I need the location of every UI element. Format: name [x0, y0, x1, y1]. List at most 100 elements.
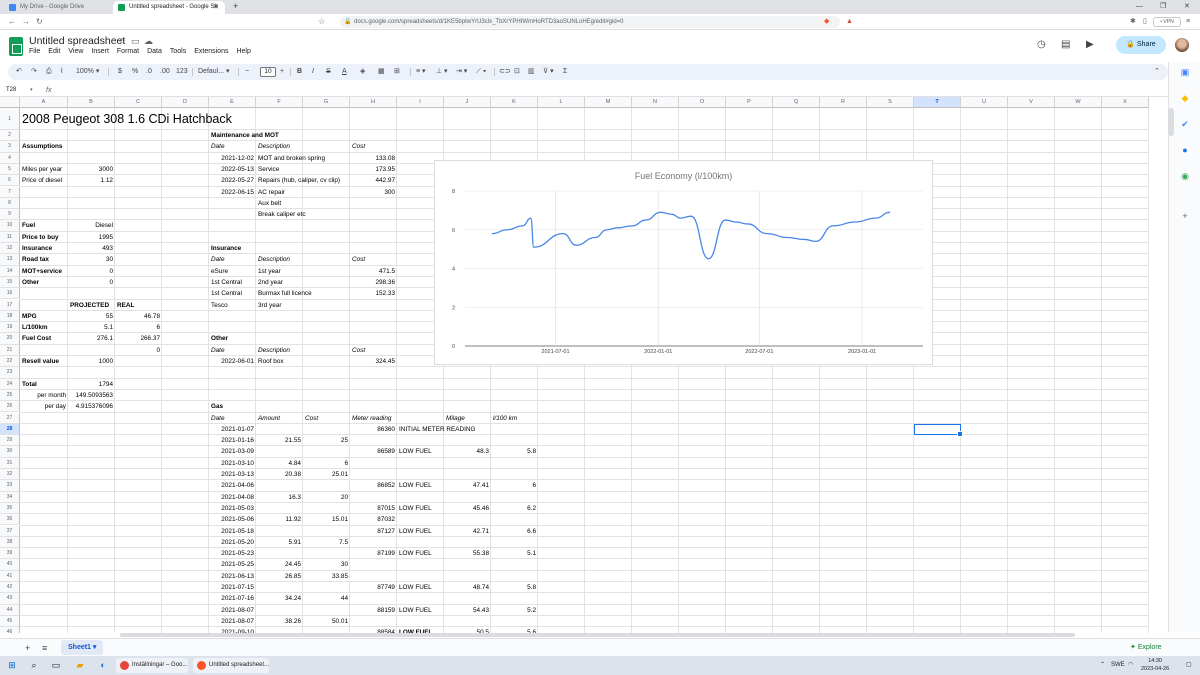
url-field[interactable]: 🔒 docs.google.com/spreadsheets/d/1KE5bpt… [340, 16, 840, 28]
browser-menu-icon[interactable]: ≡ [1186, 16, 1190, 28]
cell-g45[interactable]: 50.01 [303, 616, 350, 627]
get-addons-icon[interactable]: + [1179, 210, 1191, 222]
forward-icon[interactable]: → [22, 16, 30, 28]
row-header-12[interactable]: 12 [0, 243, 20, 255]
cell-b6[interactable]: 1.12 [68, 175, 115, 186]
maximize-icon[interactable]: ❐ [1160, 0, 1166, 13]
cell-b10[interactable]: Diesel [68, 220, 115, 231]
column-header-n[interactable]: N [632, 97, 679, 108]
column-header-e[interactable]: E [209, 97, 256, 108]
filter-icon[interactable]: ⊽ ▾ [543, 64, 554, 80]
print-icon[interactable]: ⎙ [46, 64, 52, 80]
cell-a11[interactable]: Price to buy [20, 232, 61, 243]
cell-a19[interactable]: L/100km [20, 322, 50, 333]
cell-e31[interactable]: 2021-03-10 [209, 458, 256, 469]
cell-h5[interactable]: 173.95 [350, 164, 397, 175]
cell-g27[interactable]: Cost [303, 413, 320, 424]
cell-a6[interactable]: Price of diesel [20, 175, 64, 186]
window-close-icon[interactable]: ✕ [1184, 0, 1190, 13]
row-header-24[interactable]: 24 [0, 378, 20, 390]
network-icon[interactable]: ◠ [1128, 658, 1133, 673]
notifications-icon[interactable]: ▢ [1186, 658, 1192, 673]
row-header-11[interactable]: 11 [0, 231, 20, 243]
horizontal-scrollbar[interactable] [120, 633, 1075, 637]
row-header-14[interactable]: 14 [0, 265, 20, 277]
cell-f17[interactable]: 3rd year [256, 300, 283, 311]
fuel-economy-chart[interactable]: Fuel Economy (l/100km) 0 2 4 6 8 2021-07-01 20… [434, 160, 933, 365]
font-size-input[interactable]: 10 [260, 67, 276, 77]
text-rotation-icon[interactable]: ⟋ ▾ [476, 64, 486, 80]
cell-e12[interactable]: Insurance [209, 243, 243, 254]
collapse-menus-icon[interactable]: ⌃ [1154, 64, 1160, 80]
cell-e2[interactable]: Maintenance and MOT [209, 130, 281, 141]
row-header-30[interactable]: 30 [0, 446, 20, 458]
cell-e32[interactable]: 2021-03-13 [209, 469, 256, 480]
cell-h21[interactable]: Cost [350, 345, 367, 356]
cell-a18[interactable]: MPG [20, 311, 39, 322]
cell-h22[interactable]: 324.45 [350, 356, 397, 367]
cell-e26[interactable]: Gas [209, 401, 225, 412]
cell-e14[interactable]: eSure [209, 266, 230, 277]
browser-tab-drive[interactable]: My Drive - Google Drive [4, 1, 110, 14]
row-header-33[interactable]: 33 [0, 480, 20, 492]
edge-icon[interactable]: ◐ [97, 659, 109, 671]
decrease-decimal-button[interactable]: .0 [146, 64, 152, 80]
cell-k27[interactable]: l/100 km [491, 413, 519, 424]
functions-icon[interactable]: Σ [563, 64, 567, 80]
strikethrough-icon[interactable]: S [326, 64, 331, 80]
cell-b15[interactable]: 0 [68, 277, 115, 288]
row-header-26[interactable]: 26 [0, 401, 20, 413]
text-color-icon[interactable]: A [342, 64, 347, 80]
cell-f8[interactable]: Aux belt [256, 198, 283, 209]
cell-h37[interactable]: 87127 [350, 526, 397, 537]
menu-help[interactable]: Help [236, 48, 250, 58]
cell-e34[interactable]: 2021-04-08 [209, 492, 256, 503]
row-header-29[interactable]: 29 [0, 435, 20, 447]
cell-e20[interactable]: Other [209, 333, 230, 344]
column-header-o[interactable]: O [679, 97, 726, 108]
task-view-icon[interactable]: ▭ [50, 659, 62, 671]
cell-h30[interactable]: 86589 [350, 446, 397, 457]
cell-h44[interactable]: 88159 [350, 605, 397, 616]
menu-data[interactable]: Data [147, 48, 162, 58]
cell-b5[interactable]: 3000 [68, 164, 115, 175]
cell-f9[interactable]: Break caliper etc [256, 209, 308, 220]
menu-extensions[interactable]: Extensions [194, 48, 228, 58]
cell-k35[interactable]: 6.2 [491, 503, 538, 514]
row-header-39[interactable]: 39 [0, 548, 20, 560]
cell-b22[interactable]: 1000 [68, 356, 115, 367]
sheets-logo-icon[interactable] [9, 37, 23, 56]
cell-f15[interactable]: 2nd year [256, 277, 285, 288]
cell-c18[interactable]: 46.78 [115, 311, 162, 322]
star-icon[interactable]: ☆ [118, 36, 126, 47]
cell-b17[interactable]: PROJECTED [68, 300, 111, 311]
row-header-19[interactable]: 19 [0, 322, 20, 334]
cell-k33[interactable]: 6 [491, 480, 538, 491]
cell-e17[interactable]: Tesco [209, 300, 230, 311]
column-header-s[interactable]: S [867, 97, 914, 108]
italic-icon[interactable]: I [312, 64, 314, 80]
cell-h4[interactable]: 133.08 [350, 153, 397, 164]
cell-g38[interactable]: 7.5 [303, 537, 350, 548]
insert-comment-icon[interactable]: ⊡ [514, 64, 520, 80]
cell-e16[interactable]: 1st Central [209, 288, 244, 299]
column-header-d[interactable]: D [162, 97, 209, 108]
cell-f36[interactable]: 11.92 [256, 514, 303, 525]
column-header-w[interactable]: W [1055, 97, 1102, 108]
cell-f38[interactable]: 5.91 [256, 537, 303, 548]
cell-j27[interactable]: Milage [444, 413, 467, 424]
cell-b18[interactable]: 55 [68, 311, 115, 322]
row-header-46[interactable]: 46 [0, 627, 20, 633]
column-header-c[interactable]: C [115, 97, 162, 108]
all-sheets-icon[interactable]: ≡ [42, 641, 47, 655]
cell-j42[interactable]: 48.74 [444, 582, 491, 593]
cell-f22[interactable]: Roof box [256, 356, 286, 367]
row-header-25[interactable]: 25 [0, 389, 20, 402]
cell-e41[interactable]: 2021-06-13 [209, 571, 256, 582]
cell-j44[interactable]: 54.43 [444, 605, 491, 616]
calendar-icon[interactable]: ▣ [1179, 66, 1191, 78]
taskbar-app-settings[interactable]: Inställningar – Goo... [116, 658, 188, 673]
menu-file[interactable]: File [29, 48, 40, 58]
zoom-select[interactable]: 100% ▾ [76, 64, 99, 80]
insert-chart-icon[interactable]: ▥ [528, 64, 535, 80]
